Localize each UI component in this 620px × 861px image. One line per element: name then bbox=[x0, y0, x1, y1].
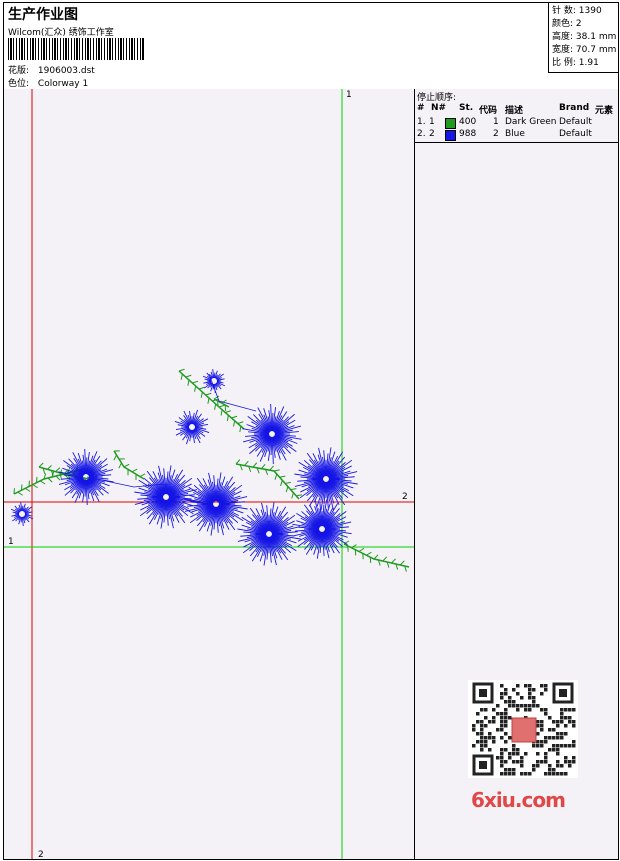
embroidery-preview: 2 2 1 1 bbox=[4, 89, 414, 859]
flower-stitches bbox=[10, 369, 358, 566]
colorway-row: 色位: Colorway 1 bbox=[8, 76, 88, 89]
stat-scale: 比 例: 1.91 bbox=[552, 58, 599, 68]
colorway-label: 色位: bbox=[8, 79, 30, 89]
stat-height: 高度: 38.1 mm bbox=[552, 32, 617, 42]
design-row: 花版: 1906003.dst bbox=[8, 63, 95, 76]
red-vertical-label: 2 bbox=[38, 850, 44, 859]
sheet-title: 生产作业图 bbox=[8, 7, 78, 23]
green-vertical-label: 1 bbox=[346, 90, 352, 100]
table-row: 1. 1 400 1 Dark Green Default bbox=[417, 117, 592, 129]
barcode bbox=[8, 38, 144, 60]
sheet-header: 生产作业图 Wilcom(汇众) 绣饰工作室 花版: 1906003.dst 色… bbox=[4, 3, 618, 90]
stat-width: 宽度: 70.7 mm bbox=[552, 45, 617, 55]
design-canvas: 2 2 1 1 bbox=[4, 89, 415, 859]
red-horizontal-label: 2 bbox=[402, 492, 408, 502]
green-horizontal-label: 1 bbox=[8, 537, 14, 547]
stop-sequence-title: 停止顺序: bbox=[417, 93, 457, 103]
table-row: 2. 2 988 2 Blue Default bbox=[417, 129, 592, 141]
qr-code-icon bbox=[468, 680, 578, 778]
color-swatch-green bbox=[445, 118, 456, 129]
color-swatch-blue bbox=[445, 130, 456, 141]
stat-stitches: 针 数: 1390 bbox=[552, 6, 602, 16]
watermark-logo: 6xiu.com bbox=[471, 788, 566, 812]
design-value: 1906003.dst bbox=[37, 66, 95, 76]
studio-name: Wilcom(汇众) 绣饰工作室 bbox=[8, 28, 114, 38]
design-label: 花版: bbox=[8, 66, 30, 76]
stat-colors: 颜色: 2 bbox=[552, 19, 582, 29]
design-stats: 针 数: 1390 颜色: 2 高度: 38.1 mm 宽度: 70.7 mm … bbox=[548, 3, 618, 73]
colorway-value: Colorway 1 bbox=[37, 79, 89, 89]
